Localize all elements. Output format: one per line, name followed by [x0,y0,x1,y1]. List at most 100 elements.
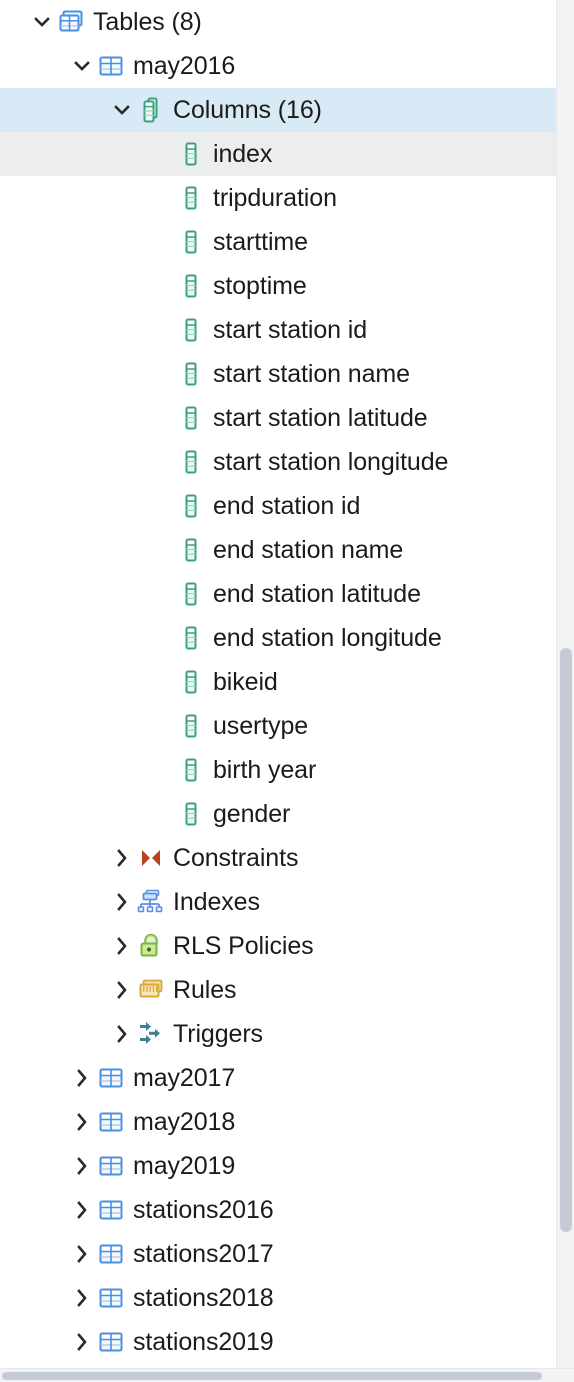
tree-row[interactable]: end station name [0,528,556,572]
tree-indent-spacer [0,1320,68,1364]
tree-row-label: may2017 [133,1064,236,1092]
tree-row[interactable]: Constraints [0,836,556,880]
tree-row-label: start station longitude [213,448,449,476]
chevron-right-icon[interactable] [108,836,136,880]
tree-indent-spacer [0,44,68,88]
tree-row-label: index [213,140,273,168]
tree-twisty-placeholder [148,616,176,660]
tree-row[interactable]: bikeid [0,660,556,704]
tree-row[interactable]: end station longitude [0,616,556,660]
tree-indent-spacer [0,88,108,132]
tree-indent-spacer [0,484,148,528]
tree-row-label: stations2016 [133,1196,274,1224]
tree-row[interactable]: gender [0,792,556,836]
tree-row[interactable]: end station latitude [0,572,556,616]
table-icon [96,1100,126,1144]
tree-row[interactable]: RLS Policies [0,924,556,968]
tree-indent-spacer [0,1276,68,1320]
chevron-right-icon[interactable] [108,1012,136,1056]
column-icon [176,176,206,220]
chevron-right-icon[interactable] [108,924,136,968]
chevron-right-icon[interactable] [68,1056,96,1100]
column-icon [176,264,206,308]
horizontal-scrollbar-thumb[interactable] [2,1372,542,1380]
tree-row[interactable]: stoptime [0,264,556,308]
tree-row[interactable]: birth year [0,748,556,792]
column-icon [176,748,206,792]
tree-twisty-placeholder [148,528,176,572]
columns-stack-icon [136,88,166,132]
tree-row-label: start station name [213,360,410,388]
tree-row-label: Constraints [173,844,299,872]
column-icon [176,220,206,264]
column-icon [176,660,206,704]
chevron-right-icon[interactable] [68,1144,96,1188]
tree-row-label: starttime [213,228,308,256]
table-icon [96,1232,126,1276]
tree-row[interactable]: Columns (16) [0,88,556,132]
tree-row-label: may2016 [133,52,236,80]
chevron-down-icon[interactable] [68,44,96,88]
tree-row[interactable]: start station latitude [0,396,556,440]
tree-row[interactable]: stations2016 [0,1188,556,1232]
table-icon [96,1056,126,1100]
tree-twisty-placeholder [148,132,176,176]
tree-row-label: stoptime [213,272,307,300]
chevron-right-icon[interactable] [68,1232,96,1276]
tree-indent-spacer [0,836,108,880]
chevron-down-icon[interactable] [108,88,136,132]
tree-row[interactable]: start station name [0,352,556,396]
tree-row[interactable]: Tables (8) [0,0,556,44]
horizontal-scrollbar[interactable] [0,1368,574,1382]
tree-row[interactable]: starttime [0,220,556,264]
tree-row[interactable]: may2019 [0,1144,556,1188]
tree-row[interactable]: index [0,132,556,176]
tree-indent-spacer [0,1056,68,1100]
chevron-right-icon[interactable] [68,1320,96,1364]
tree-indent-spacer [0,1012,108,1056]
vertical-scrollbar[interactable] [556,0,574,1382]
vertical-scrollbar-thumb[interactable] [560,648,572,1232]
tree-row[interactable]: Indexes [0,880,556,924]
column-icon [176,484,206,528]
tree-row-label: bikeid [213,668,278,696]
chevron-right-icon[interactable] [68,1100,96,1144]
tree-twisty-placeholder [148,572,176,616]
rls-policies-icon [136,924,166,968]
tree-indent-spacer [0,1100,68,1144]
column-icon [176,528,206,572]
column-icon [176,704,206,748]
database-object-tree[interactable]: Tables (8) may2016 Columns (16) index tripdu… [0,0,556,1382]
chevron-down-icon[interactable] [28,0,56,44]
tree-row[interactable]: may2016 [0,44,556,88]
column-icon [176,352,206,396]
tree-row[interactable]: usertype [0,704,556,748]
tree-row[interactable]: start station longitude [0,440,556,484]
tree-row-label: stations2019 [133,1328,274,1356]
tree-row[interactable]: Rules [0,968,556,1012]
table-icon [96,1276,126,1320]
tree-row[interactable]: may2017 [0,1056,556,1100]
chevron-right-icon[interactable] [108,880,136,924]
tree-indent-spacer [0,264,148,308]
tree-row[interactable]: tripduration [0,176,556,220]
tree-indent-spacer [0,924,108,968]
column-icon [176,572,206,616]
tree-twisty-placeholder [148,352,176,396]
column-icon [176,308,206,352]
tree-row-label: usertype [213,712,309,740]
tree-row[interactable]: end station id [0,484,556,528]
chevron-right-icon[interactable] [108,968,136,1012]
chevron-right-icon[interactable] [68,1276,96,1320]
tree-indent-spacer [0,792,148,836]
tree-row[interactable]: stations2019 [0,1320,556,1364]
tree-row[interactable]: stations2018 [0,1276,556,1320]
tree-row[interactable]: stations2017 [0,1232,556,1276]
tree-row[interactable]: start station id [0,308,556,352]
chevron-right-icon[interactable] [68,1188,96,1232]
tree-row-label: stations2018 [133,1284,274,1312]
tree-row[interactable]: Triggers [0,1012,556,1056]
tree-row[interactable]: may2018 [0,1100,556,1144]
object-browser-panel: Tables (8) may2016 Columns (16) index tripdu… [0,0,574,1382]
tree-indent-spacer [0,0,28,44]
